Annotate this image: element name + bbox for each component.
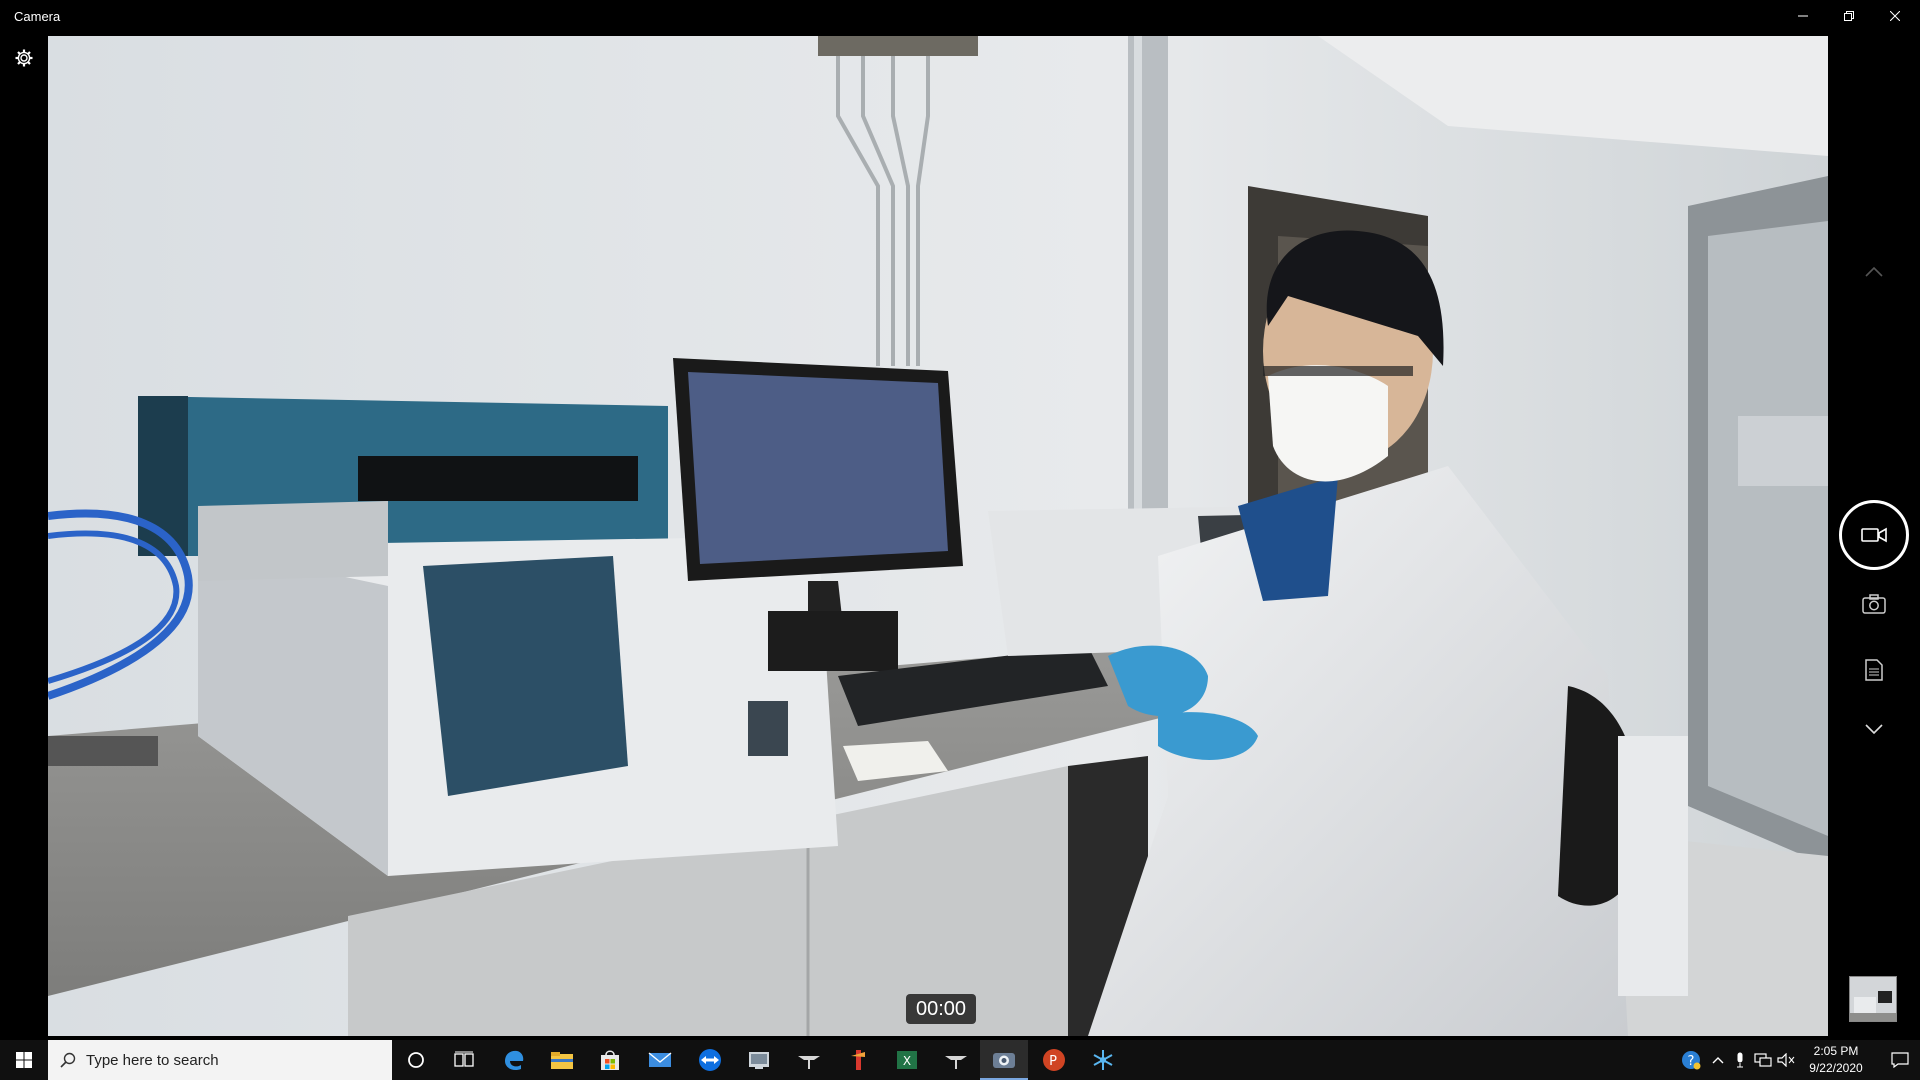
- camera-icon: [993, 1053, 1015, 1068]
- svg-text:?: ?: [1688, 1054, 1695, 1069]
- document-mode-button[interactable]: [1854, 654, 1894, 686]
- file-explorer-icon: [551, 1052, 573, 1069]
- cortana-icon: [408, 1052, 424, 1068]
- search-icon: [60, 1052, 76, 1068]
- taskbar-excel[interactable]: X: [883, 1040, 931, 1080]
- tool-icon: [945, 1056, 967, 1069]
- taskbar-camera[interactable]: [980, 1040, 1028, 1080]
- volume-muted-icon: [1777, 1053, 1795, 1067]
- app-icon: [749, 1052, 769, 1069]
- taskbar-teamviewer[interactable]: [686, 1040, 734, 1080]
- task-view-button[interactable]: [440, 1040, 488, 1080]
- video-camera-icon: [1861, 527, 1887, 543]
- cortana-button[interactable]: [392, 1040, 440, 1080]
- chevron-down-icon: [1865, 724, 1883, 734]
- tray-network[interactable]: [1752, 1040, 1774, 1080]
- task-view-icon: [454, 1051, 474, 1067]
- taskbar-powerpoint[interactable]: P: [1030, 1040, 1078, 1080]
- tool-icon: [798, 1056, 820, 1069]
- close-icon: [1890, 11, 1900, 21]
- settings-button[interactable]: [10, 44, 38, 72]
- taskbar-clock[interactable]: 2:05 PM 9/22/2020: [1794, 1043, 1878, 1077]
- microphone-icon: [1737, 1052, 1743, 1068]
- taskbar-app-4[interactable]: [932, 1040, 980, 1080]
- notification-icon: [1891, 1052, 1909, 1068]
- taskbar-app-1[interactable]: [735, 1040, 783, 1080]
- start-button[interactable]: [0, 1040, 48, 1080]
- clock-date: 9/22/2020: [1809, 1061, 1863, 1075]
- taskbar-app-5[interactable]: [1079, 1040, 1127, 1080]
- restore-button[interactable]: [1826, 0, 1872, 32]
- taskbar-app-2[interactable]: [785, 1040, 833, 1080]
- thumbnail-image: [1850, 977, 1896, 1021]
- minimize-button[interactable]: [1780, 0, 1826, 32]
- tray-volume[interactable]: [1776, 1040, 1796, 1080]
- camera-preview-image: [48, 36, 1828, 1036]
- taskbar-file-explorer[interactable]: [538, 1040, 586, 1080]
- recording-timer: 00:00: [906, 994, 977, 1024]
- title-bar[interactable]: Camera: [0, 0, 1920, 32]
- taskbar-edge[interactable]: [490, 1040, 538, 1080]
- tray-help[interactable]: ?: [1678, 1040, 1704, 1080]
- edge-icon: [505, 1050, 524, 1071]
- action-center-button[interactable]: [1880, 1040, 1920, 1080]
- excel-icon: X: [897, 1051, 917, 1069]
- svg-text:P: P: [1049, 1054, 1057, 1069]
- minimize-icon: [1798, 15, 1808, 17]
- close-button[interactable]: [1872, 0, 1918, 32]
- video-mode-button[interactable]: [1839, 500, 1909, 570]
- taskbar-store[interactable]: [586, 1040, 634, 1080]
- svg-text:X: X: [903, 1054, 911, 1068]
- chevron-up-icon: [1865, 267, 1883, 277]
- taskbar-mail[interactable]: [636, 1040, 684, 1080]
- taskbar-search-box[interactable]: Type here to search: [48, 1040, 392, 1080]
- tray-microphone[interactable]: [1730, 1040, 1750, 1080]
- gear-icon: [15, 49, 33, 67]
- camera-window: Camera 00:00: [0, 0, 1920, 1040]
- clock-time: 2:05 PM: [1813, 1044, 1859, 1058]
- help-icon: ?: [1682, 1051, 1701, 1070]
- window-title: Camera: [14, 9, 61, 24]
- snowflake-app-icon: [1093, 1050, 1113, 1070]
- search-placeholder: Type here to search: [86, 1051, 219, 1069]
- scroll-up-button[interactable]: [1854, 257, 1894, 287]
- camera-controls-panel: [1828, 32, 1920, 1040]
- mail-icon: [648, 1052, 672, 1067]
- network-icon: [1754, 1053, 1772, 1067]
- document-icon: [1865, 659, 1883, 681]
- chevron-up-icon: [1712, 1057, 1724, 1064]
- camera-viewfinder[interactable]: [48, 36, 1828, 1036]
- taskbar-app-3[interactable]: [834, 1040, 882, 1080]
- app-icon: [851, 1050, 865, 1070]
- scroll-down-button[interactable]: [1854, 714, 1894, 744]
- windows-taskbar: Type here to search X P ? 2:05 PM 9/22/2…: [0, 1040, 1920, 1080]
- camera-icon: [1862, 594, 1886, 614]
- powerpoint-icon: P: [1043, 1049, 1065, 1071]
- last-capture-thumbnail[interactable]: [1849, 976, 1897, 1022]
- store-icon: [601, 1050, 619, 1070]
- tray-show-hidden[interactable]: [1708, 1040, 1728, 1080]
- photo-mode-button[interactable]: [1854, 588, 1894, 620]
- teamviewer-icon: [699, 1049, 721, 1071]
- restore-icon: [1844, 11, 1854, 21]
- windows-logo-icon: [16, 1052, 32, 1068]
